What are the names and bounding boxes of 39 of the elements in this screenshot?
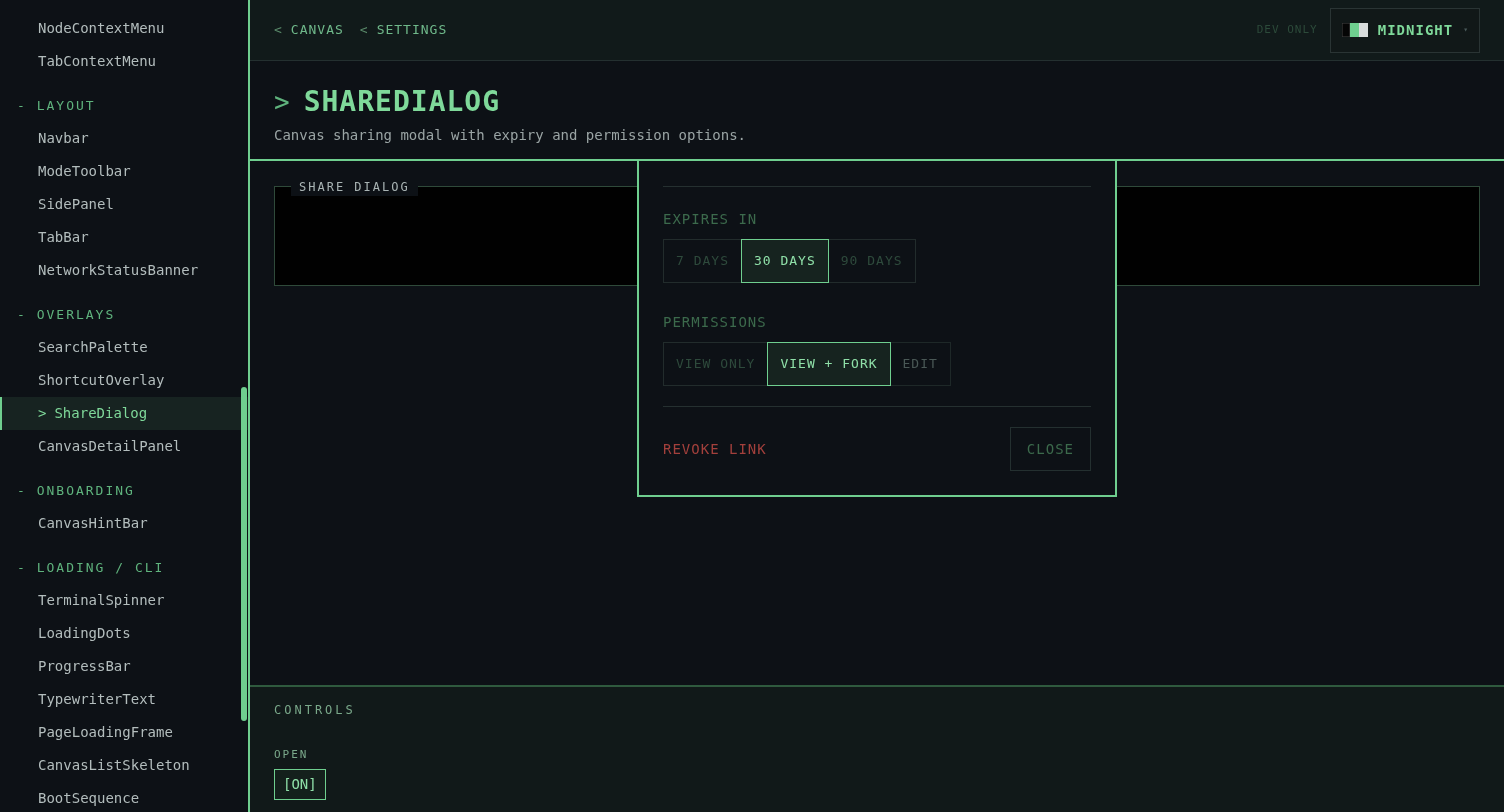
- page-description: Canvas sharing modal with expiry and permission options.: [274, 126, 747, 145]
- sidebar-item[interactable]: TabBar: [0, 221, 248, 254]
- caret-icon: ▾: [1463, 24, 1468, 36]
- toggle-button[interactable]: [ON]: [274, 768, 326, 800]
- sidebar-item[interactable]: CanvasListSkeleton: [0, 749, 248, 782]
- page-title: SHAREDIALOG: [303, 84, 501, 120]
- sidebar-item[interactable]: BootSequence: [0, 782, 248, 812]
- breadcrumb-link[interactable]: < CANVAS: [274, 20, 344, 40]
- sidebar-item[interactable]: CanvasHintBar: [0, 507, 248, 540]
- sidebar-item[interactable]: NodeContextMenu: [0, 12, 248, 45]
- option-button[interactable]: VIEW + FORK: [767, 342, 891, 386]
- breadcrumb-link[interactable]: < SETTINGS: [359, 20, 448, 40]
- section-label: PERMISSIONS: [663, 313, 768, 332]
- palette-swatch-icon: [1341, 23, 1368, 37]
- sidebar-item[interactable]: LoadingDots: [0, 617, 248, 650]
- control-label: OPEN: [274, 747, 310, 763]
- sidebar-item[interactable]: NetworkStatusBanner: [0, 254, 248, 287]
- sidebar-item[interactable]: CanvasDetailPanel: [0, 430, 248, 463]
- sidebar-item[interactable]: ShortcutOverlay: [0, 364, 248, 397]
- theme-select[interactable]: MIDNIGHT ▾: [1329, 7, 1480, 53]
- sidebar-item[interactable]: TerminalSpinner: [0, 584, 248, 617]
- section-label: EXPIRES IN: [663, 210, 759, 229]
- scrollbar-thumb[interactable]: [241, 387, 247, 721]
- sidebar-item[interactable]: ModeToolbar: [0, 155, 248, 188]
- sidebar-item[interactable]: ProgressBar: [0, 650, 248, 683]
- option-button[interactable]: 30 DAYS: [740, 239, 829, 283]
- sidebar-item[interactable]: PageLoadingFrame: [0, 716, 248, 749]
- section-heading: - OVERLAYS: [16, 305, 117, 324]
- controls-heading: CONTROLS: [274, 702, 357, 719]
- sidebar-item[interactable]: Navbar: [0, 122, 248, 155]
- sidebar-item[interactable]: SidePanel: [0, 188, 248, 221]
- section-heading: - ONBOARDING: [16, 481, 136, 500]
- sidebar-item[interactable]: > ShareDialog: [0, 397, 248, 430]
- section-heading: - LAYOUT: [16, 96, 97, 115]
- sidebar-item[interactable]: TabContextMenu: [0, 45, 248, 78]
- prompt-chevron: >: [274, 85, 290, 119]
- sidebar-item[interactable]: SearchPalette: [0, 331, 248, 364]
- section-heading: - LOADING / CLI: [16, 558, 166, 577]
- sidebar-item[interactable]: TypewriterText: [0, 683, 248, 716]
